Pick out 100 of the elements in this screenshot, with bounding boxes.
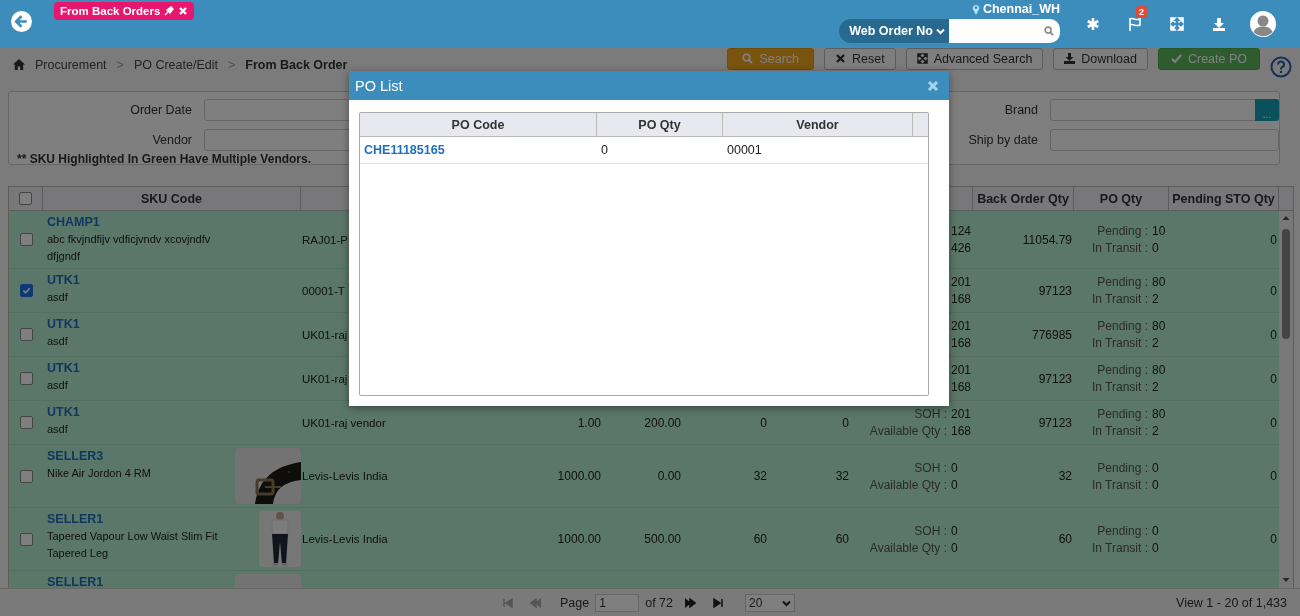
row-checkbox[interactable] [19, 328, 33, 341]
search-icon[interactable] [1044, 26, 1054, 36]
table-cell: 0 [842, 415, 849, 430]
row-checkbox[interactable] [19, 532, 33, 546]
page-label: Page [560, 596, 590, 610]
pending-sto-qty: 0 [1270, 532, 1277, 546]
sku-description: Tapered Vapour Low Waist Slim Fit Tapered Leg [47, 529, 219, 561]
column-header[interactable]: Vendor [723, 113, 913, 136]
po-qty-value: 0 [1152, 476, 1160, 493]
flag-icon[interactable] [1128, 16, 1142, 31]
last-page-icon[interactable] [712, 598, 724, 608]
table-cell: 200.00 [644, 415, 681, 430]
sku-code[interactable]: SELLER3 [47, 448, 151, 465]
column-header[interactable]: Back Order Qty [973, 187, 1074, 210]
po-qty-label: In Transit : [1090, 423, 1148, 439]
close-icon [835, 53, 846, 64]
column-header[interactable]: PO Qty [597, 113, 723, 136]
close-icon[interactable] [927, 79, 939, 92]
search-field[interactable] [949, 19, 1060, 43]
sku-description: abc fkvjndfijv vdficjvndv xcovjndfv dfjgndf [47, 232, 212, 264]
row-checkbox[interactable] [19, 284, 33, 297]
location-name[interactable]: Chennai_WH [982, 2, 1060, 16]
po-qty-label: In Transit : [1090, 291, 1148, 307]
breadcrumb-separator: > [116, 57, 124, 72]
po-qty-label: In Transit : [1090, 539, 1148, 556]
sku-description: asdf [47, 378, 69, 393]
sku-code[interactable]: UTK1 [47, 360, 80, 377]
stock-value: 201 [951, 274, 973, 290]
stock-value: 201 [951, 318, 973, 334]
page-field[interactable]: 1 [595, 594, 640, 612]
table-cell: 32 [753, 469, 767, 483]
vendor-name: Levis-Levis India [302, 470, 388, 482]
po-qty-value: 80 [1152, 362, 1167, 378]
table-cell: 0 [760, 415, 767, 430]
po-qty-value: 80 [1152, 406, 1167, 422]
vendor-name: RAJ01-P [302, 233, 349, 246]
table-cell: 1000.00 [557, 532, 601, 546]
pending-sto-qty: 0 [1270, 415, 1277, 430]
table-cell: 500.00 [644, 532, 681, 546]
download-icon[interactable] [1212, 16, 1226, 31]
next-page-icon[interactable] [684, 598, 696, 608]
home-icon[interactable] [13, 59, 25, 70]
fullscreen-icon[interactable] [1170, 16, 1184, 31]
asterisk-icon[interactable] [1086, 16, 1100, 31]
table-cell: 0.00 [657, 469, 681, 483]
po-qty-label: Pending : [1096, 406, 1148, 422]
po-qty-value: 10 [1152, 223, 1167, 239]
sku-code[interactable]: UTK1 [47, 272, 80, 289]
filter-field[interactable]: ... [1050, 99, 1279, 121]
sku-code[interactable]: SELLER1 [47, 511, 227, 528]
table-cell: 32 [835, 469, 849, 483]
column-header[interactable]: PO Code [360, 113, 597, 136]
pin-icon[interactable] [164, 6, 175, 16]
pending-sto-qty: 0 [1270, 283, 1277, 298]
expand-icon [916, 53, 928, 64]
stock-label: Available Qty : [869, 477, 947, 492]
sku-code[interactable]: UTK1 [47, 404, 80, 421]
po-qty-label: In Transit : [1090, 476, 1148, 493]
back-icon[interactable] [11, 11, 32, 32]
sku-code[interactable]: UTK1 [47, 316, 80, 333]
column-header[interactable]: SKU Code [43, 187, 301, 210]
stock-label: SOH : [914, 407, 947, 421]
po-qty-value: 0 [1152, 539, 1160, 556]
breadcrumb-item[interactable]: PO Create/Edit [133, 57, 218, 72]
advanced-search-button[interactable]: Advanced Search [905, 47, 1044, 70]
sku-code[interactable]: SELLER1 [47, 574, 104, 588]
row-checkbox[interactable] [19, 372, 33, 385]
reset-button[interactable]: Reset [824, 47, 896, 70]
pending-sto-qty: 0 [1270, 232, 1277, 247]
po-qty-label: Pending : [1096, 318, 1148, 334]
lookup-button[interactable]: ... [1255, 99, 1279, 121]
column-header[interactable]: Pending STO Qty [1169, 187, 1279, 210]
vendor-name: UK01-raj vendor [302, 416, 386, 429]
chevron-down-icon[interactable] [782, 599, 791, 607]
download-icon [1064, 53, 1076, 64]
sku-description: asdf [47, 334, 69, 349]
row-checkbox[interactable] [19, 416, 33, 429]
breadcrumb-item[interactable]: Procurement [35, 57, 107, 72]
page-total: of 72 [645, 596, 673, 610]
column-header[interactable]: PO Qty [1074, 187, 1169, 210]
table-cell: 60 [835, 532, 849, 546]
row-checkbox[interactable] [19, 469, 33, 483]
download-button[interactable]: Download [1053, 47, 1148, 70]
po-qty-label: In Transit : [1090, 240, 1148, 256]
back-order-qty: 97123 [1038, 371, 1072, 386]
avatar-icon[interactable] [1250, 10, 1276, 37]
sku-code[interactable]: CHAMP1 [47, 214, 227, 231]
pending-sto-qty: 0 [1270, 371, 1277, 386]
page-tag[interactable]: From Back Orders [54, 2, 195, 20]
filter-field[interactable] [1050, 129, 1279, 151]
row-checkbox[interactable] [19, 233, 33, 246]
select-all-checkbox[interactable] [19, 192, 32, 205]
po-code-link[interactable]: CHE11185165 [364, 143, 445, 157]
help-icon[interactable] [1270, 56, 1292, 78]
po-qty-label: Pending : [1096, 522, 1148, 539]
highlight-note: ** SKU Highlighted In Green Have Multiple Vendors. [16, 152, 313, 166]
sku-description: asdf [47, 422, 69, 437]
page-size-dropdown[interactable]: 20 [745, 594, 795, 612]
search-scope-dropdown[interactable]: Web Order No [839, 19, 949, 43]
stock-value: 0 [951, 476, 959, 493]
